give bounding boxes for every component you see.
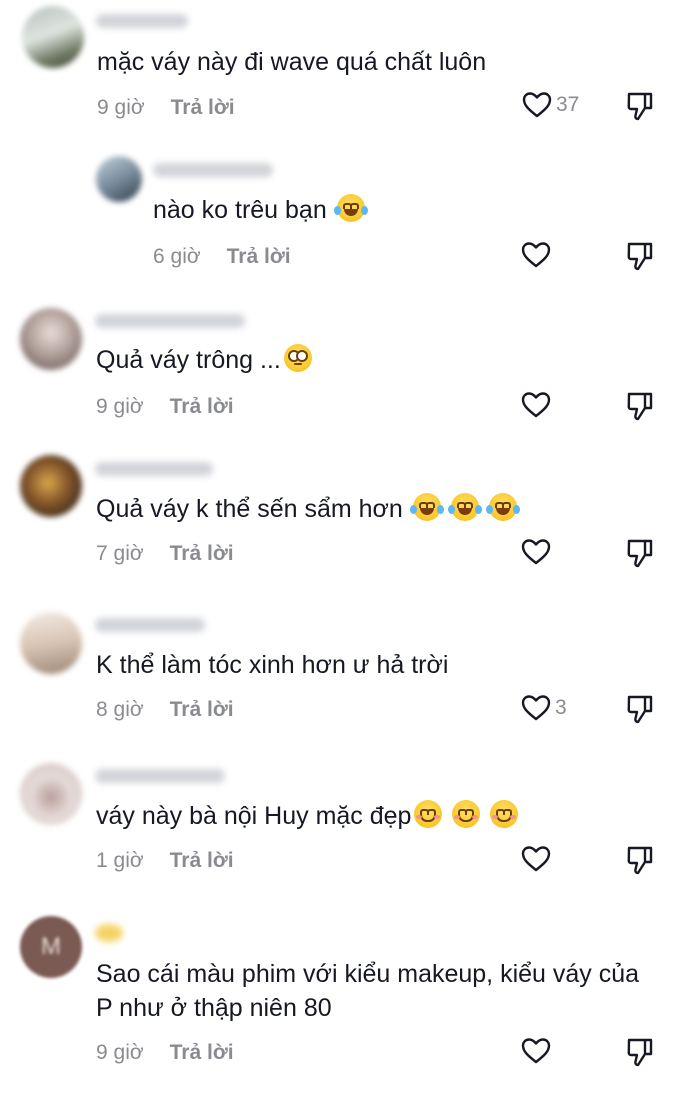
reply-button[interactable]: Trả lời (170, 542, 234, 566)
comment-time: 9 giờ (96, 1041, 144, 1064)
comment-text: nào ko trêu bạn (153, 193, 368, 227)
comment-time: 9 giờ (97, 96, 145, 119)
dislike-button[interactable] (625, 693, 655, 730)
heart-icon (521, 392, 551, 418)
username[interactable] (96, 14, 188, 28)
heart-icon (521, 242, 551, 268)
smiling-emoji-icon (490, 800, 519, 828)
comment-meta: 9 giờ Trả lời (96, 1041, 234, 1065)
avatar[interactable] (20, 308, 82, 370)
comment-text: Quả váy k thể sến sẩm hơn (96, 492, 520, 526)
dislike-button[interactable] (625, 240, 655, 277)
laughing-emoji-icon (333, 194, 368, 222)
dislike-button[interactable] (625, 844, 655, 881)
username[interactable] (95, 769, 225, 783)
heart-icon (521, 1038, 551, 1064)
comment-text: mặc váy này đi wave quá chất luôn (97, 48, 487, 76)
thumbs-down-icon (627, 92, 653, 121)
comment-text: Quả váy trông ... (96, 343, 312, 377)
avatar[interactable] (22, 6, 84, 68)
thumbs-down-icon (627, 242, 653, 271)
avatar[interactable] (20, 763, 82, 825)
avatar[interactable]: M (20, 916, 82, 978)
comment-meta: 7 giờ Trả lời (96, 542, 234, 566)
thumbs-down-icon (627, 539, 653, 568)
comment-time: 7 giờ (96, 542, 144, 565)
comment-meta: 9 giờ Trả lời (96, 395, 234, 419)
laughing-emoji-icon (409, 493, 444, 521)
like-button[interactable] (521, 391, 551, 419)
avatar-initial: M (41, 933, 61, 960)
thumbs-down-icon (627, 392, 653, 421)
smiling-emoji-icon (452, 800, 481, 828)
heart-icon (522, 92, 552, 118)
dislike-button[interactable] (625, 390, 655, 427)
username[interactable] (95, 462, 213, 476)
username[interactable] (95, 924, 123, 942)
laughing-emoji-icon (485, 493, 520, 521)
heart-icon (521, 846, 551, 872)
like-button[interactable] (521, 1037, 551, 1065)
like-button[interactable] (521, 538, 551, 566)
comment-meta: 8 giờ Trả lời (96, 698, 234, 722)
like-button[interactable]: 37 (522, 91, 579, 119)
like-button[interactable]: 3 (521, 694, 567, 722)
dislike-button[interactable] (625, 537, 655, 574)
comment-time: 1 giờ (96, 849, 144, 872)
comment-time: 8 giờ (96, 698, 144, 721)
username[interactable] (153, 163, 273, 177)
reply-button[interactable]: Trả lời (170, 395, 234, 419)
smiling-emoji-icon (414, 800, 443, 828)
thumbs-down-icon (627, 695, 653, 724)
comment-meta: 1 giờ Trả lời (96, 849, 234, 873)
like-button[interactable] (521, 845, 551, 873)
like-count: 3 (555, 696, 567, 719)
comment-text: K thể làm tóc xinh hơn ư hả trời (96, 651, 449, 679)
reply-button[interactable]: Trả lời (171, 96, 235, 120)
like-button[interactable] (521, 241, 551, 269)
thumbs-down-icon (627, 1038, 653, 1067)
comment-time: 9 giờ (96, 395, 144, 418)
dislike-button[interactable] (625, 90, 655, 127)
reply-button[interactable]: Trả lời (227, 245, 291, 269)
avatar[interactable] (96, 156, 142, 202)
username[interactable] (95, 314, 245, 328)
comment-meta: 9 giờ Trả lời (97, 96, 235, 120)
laughing-emoji-icon (447, 493, 482, 521)
comment-text: Sao cái màu phim với kiểu makeup, kiểu v… (96, 960, 640, 1022)
reply-button[interactable]: Trả lời (170, 1041, 234, 1065)
dislike-button[interactable] (625, 1036, 655, 1073)
reply-button[interactable]: Trả lời (170, 698, 234, 722)
username[interactable] (95, 618, 205, 632)
thumbs-down-icon (627, 846, 653, 875)
avatar[interactable] (20, 455, 82, 517)
heart-icon (521, 539, 551, 565)
avatar[interactable] (20, 612, 82, 674)
reply-button[interactable]: Trả lời (170, 849, 234, 873)
like-count: 37 (556, 93, 580, 116)
comment-meta: 6 giờ Trả lời (153, 245, 291, 269)
heart-icon (521, 695, 551, 721)
comment-text: váy này bà nội Huy mặc đẹp (96, 799, 519, 833)
eye-roll-emoji-icon (283, 344, 312, 372)
comment-time: 6 giờ (153, 245, 201, 268)
